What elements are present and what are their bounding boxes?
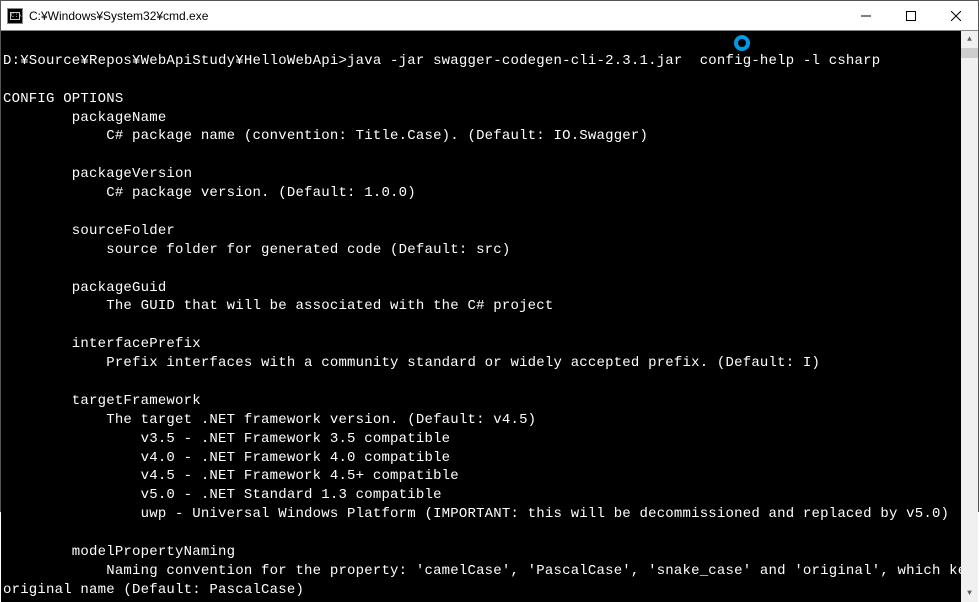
- window-controls: [843, 1, 978, 30]
- terminal-output[interactable]: D:¥Source¥Repos¥WebApiStudy¥HelloWebApi>…: [1, 31, 961, 602]
- maximize-button[interactable]: [888, 1, 933, 30]
- terminal-area: D:¥Source¥Repos¥WebApiStudy¥HelloWebApi>…: [1, 31, 978, 602]
- scroll-down-arrow[interactable]: ▼: [961, 585, 978, 602]
- close-button[interactable]: [933, 1, 978, 30]
- scroll-thumb[interactable]: [961, 48, 978, 58]
- vertical-scrollbar[interactable]: ▲ ▼: [961, 31, 978, 602]
- cmd-icon: C:\: [7, 8, 23, 24]
- cmd-window: C:\ C:¥Windows¥System32¥cmd.exe D:¥Sourc…: [0, 0, 979, 512]
- window-titlebar: C:\ C:¥Windows¥System32¥cmd.exe: [1, 1, 978, 31]
- window-title: C:¥Windows¥System32¥cmd.exe: [29, 9, 843, 23]
- scroll-up-arrow[interactable]: ▲: [961, 31, 978, 48]
- minimize-button[interactable]: [843, 1, 888, 30]
- loading-ring-icon: [734, 35, 750, 51]
- scroll-track[interactable]: [961, 48, 978, 585]
